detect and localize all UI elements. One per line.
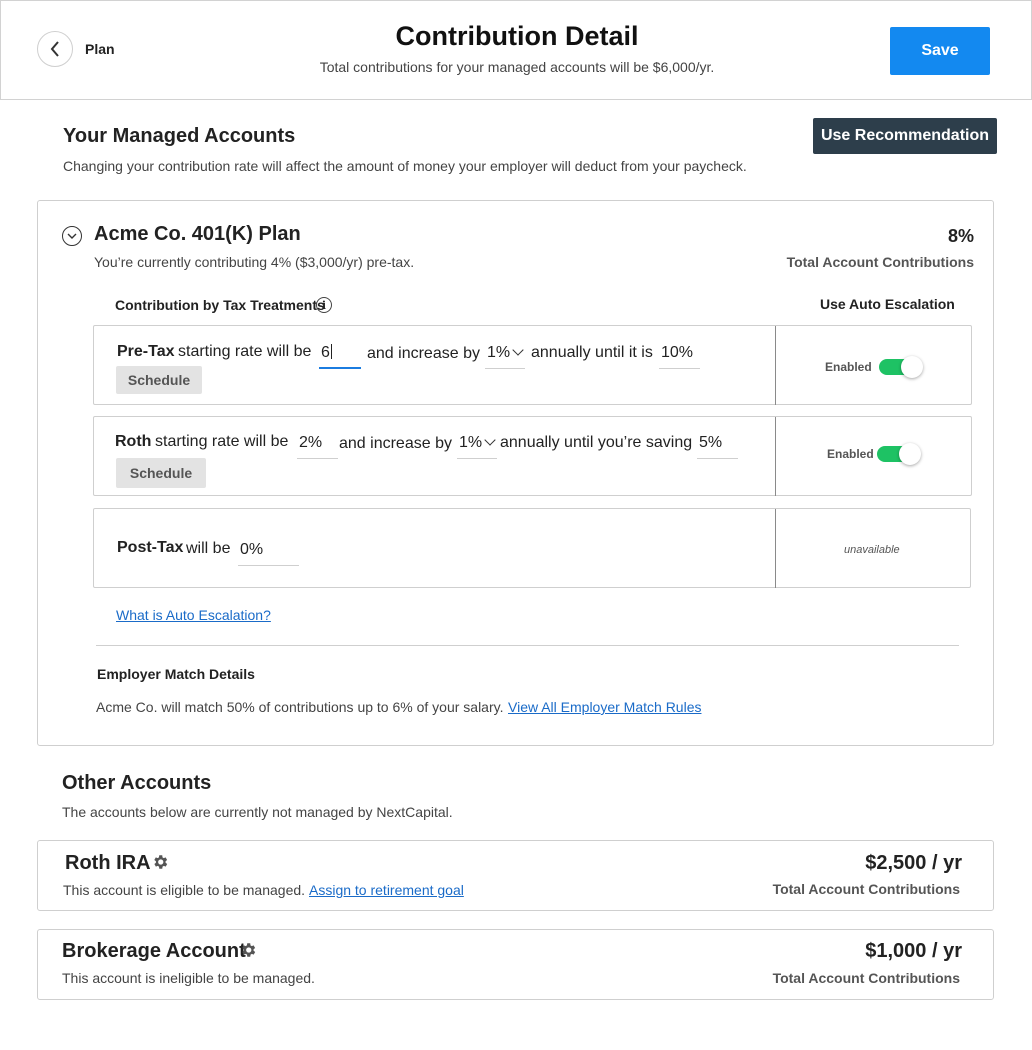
pretax-escalation-label: Enabled (825, 360, 872, 374)
pretax-rate-value: 6 (321, 344, 330, 361)
save-button[interactable]: Save (890, 27, 990, 75)
plan-total-label: Total Account Contributions (786, 254, 974, 270)
roth-schedule-button[interactable]: Schedule (116, 458, 206, 488)
roth-increase-text: and increase by (339, 435, 452, 452)
row-divider (775, 326, 776, 405)
roth-escalation-label: Enabled (827, 447, 874, 461)
brokerage-description: This account is ineligible to be managed… (62, 970, 315, 986)
roth-ira-description: This account is eligible to be managed. (63, 882, 306, 898)
plan-total-percent: 8% (947, 226, 974, 246)
roth-label: Roth (115, 433, 152, 450)
pretax-target-input[interactable]: 10% (659, 342, 700, 369)
page-subtitle: Total contributions for your managed acc… (319, 59, 715, 75)
chevron-down-icon (67, 233, 77, 239)
roth-ira-name: Roth IRA (65, 852, 151, 874)
info-icon[interactable]: i (316, 297, 332, 313)
roth-rate-value: 2% (299, 434, 323, 451)
roth-ira-card (37, 840, 994, 911)
row-divider (775, 417, 776, 496)
pretax-label: Pre-Tax (117, 343, 175, 360)
employer-match-text: Acme Co. will match 50% of contributions… (96, 699, 504, 715)
employer-match-title: Employer Match Details (97, 666, 255, 682)
roth-rate-input[interactable]: 2% (297, 432, 338, 459)
plan-name: Acme Co. 401(K) Plan (94, 223, 301, 245)
gear-icon[interactable] (239, 941, 257, 959)
pretax-target-value: 10% (661, 344, 694, 361)
collapse-toggle[interactable] (62, 226, 82, 246)
posttax-escalation-unavailable: unavailable (844, 544, 900, 556)
roth-increase-value: 1% (459, 434, 483, 451)
pretax-increase-text: and increase by (367, 345, 480, 362)
roth-escalation-toggle[interactable] (877, 443, 921, 465)
page-header: Plan Contribution Detail Total contribut… (0, 0, 1032, 100)
pretax-schedule-button[interactable]: Schedule (116, 366, 202, 394)
auto-escalation-link[interactable]: What is Auto Escalation? (116, 607, 271, 623)
employer-match-rules-link[interactable]: View All Employer Match Rules (508, 699, 701, 715)
assign-retirement-goal-link[interactable]: Assign to retirement goal (309, 882, 464, 898)
roth-start-text: starting rate will be (155, 433, 289, 450)
pretax-start-text: starting rate will be (178, 343, 312, 360)
use-recommendation-button[interactable]: Use Recommendation (813, 118, 997, 154)
page-title: Contribution Detail (395, 21, 639, 51)
row-divider (775, 509, 776, 588)
roth-target-input[interactable]: 5% (697, 432, 738, 459)
divider (96, 645, 959, 646)
pretax-until-text: annually until it is (531, 344, 653, 361)
plan-status: You’re currently contributing 4% ($3,000… (94, 254, 415, 270)
pretax-escalation-toggle[interactable] (879, 356, 923, 378)
posttax-rate-input[interactable]: 0% (238, 539, 299, 566)
roth-ira-amount: $2,500 / yr (865, 852, 962, 874)
other-accounts-title: Other Accounts (62, 772, 212, 794)
gear-icon[interactable] (151, 853, 169, 871)
managed-accounts-title: Your Managed Accounts (63, 125, 296, 147)
brokerage-amount-label: Total Account Contributions (772, 970, 960, 986)
managed-accounts-description: Changing your contribution rate will aff… (63, 158, 747, 174)
roth-until-text: annually until you’re saving (500, 434, 693, 451)
other-accounts-description: The accounts below are currently not man… (62, 804, 453, 820)
tax-treatments-heading: Contribution by Tax Treatments (115, 297, 325, 313)
posttax-start-text: will be (186, 540, 231, 557)
posttax-rate-value: 0% (240, 541, 264, 558)
posttax-label: Post-Tax (117, 539, 184, 556)
roth-ira-amount-label: Total Account Contributions (772, 881, 960, 897)
pretax-increase-value: 1% (487, 344, 511, 361)
roth-target-value: 5% (699, 434, 723, 451)
brokerage-name: Brokerage Account (62, 940, 246, 962)
pretax-rate-input[interactable]: 6 (319, 342, 361, 369)
auto-escalation-heading: Use Auto Escalation (820, 296, 955, 312)
brokerage-amount: $1,000 / yr (865, 940, 962, 962)
